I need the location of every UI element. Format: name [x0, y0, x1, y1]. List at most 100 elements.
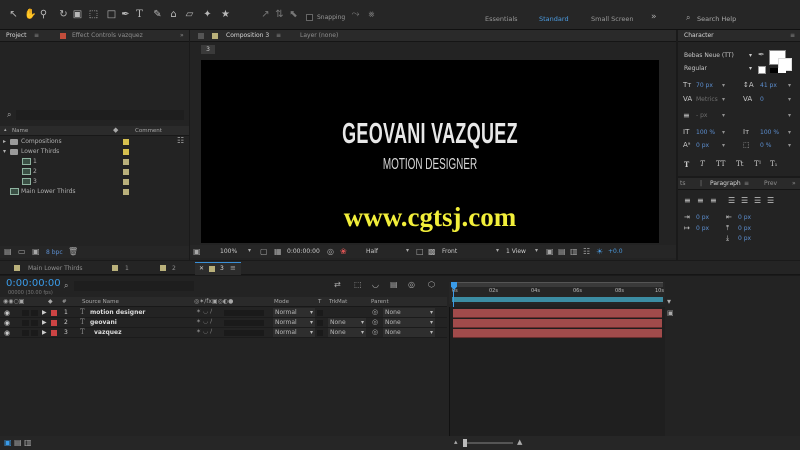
parent-dropdown[interactable]: None	[383, 308, 435, 317]
label-color-swatch[interactable]	[123, 139, 129, 145]
tsume-arrow-icon[interactable]: ▾	[788, 142, 791, 149]
leading-value[interactable]: 41 px	[760, 82, 777, 89]
label-col-icon[interactable]: ◆	[48, 298, 53, 305]
character-menu-icon[interactable]: ≡	[790, 32, 795, 39]
workspace-small-screen[interactable]: Small Screen	[591, 15, 633, 23]
font-size-arrow-icon[interactable]: ▾	[722, 82, 725, 89]
col-name[interactable]: Name	[12, 128, 28, 134]
pan-behind-tool-icon[interactable]: ⬚	[88, 9, 99, 20]
tab-effect-controls[interactable]: Effect Controls vazquez	[72, 32, 143, 39]
motion-blur-icon[interactable]: ◎	[408, 280, 415, 289]
tracking-value[interactable]: 0	[760, 96, 764, 103]
time-ruler[interactable]: 0s 02s 04s 06s 08s 10s	[449, 282, 665, 304]
col-t[interactable]: T	[318, 299, 321, 305]
stroke-width-arrow-icon[interactable]: ▾	[722, 112, 725, 119]
layer-duration-bar[interactable]	[453, 309, 662, 318]
tab-prev-panel[interactable]: ts	[680, 180, 685, 187]
horizontal-scale-value[interactable]: 100 %	[760, 129, 779, 136]
lock-icon[interactable]	[198, 33, 204, 39]
all-caps-button[interactable]: TT	[716, 160, 725, 168]
label-color-swatch[interactable]	[123, 169, 129, 175]
av-features-icon[interactable]: ◉◉○▣	[3, 298, 24, 305]
table-row[interactable]: ◉ ▶ 2 T geovani ✶ ◡ ∕ Normal None ◎ None	[0, 318, 447, 328]
switches-icons[interactable]: ◎✶∕fx▣◎◐●	[194, 298, 233, 305]
region-icon[interactable]: □	[416, 247, 424, 256]
views-dropdown[interactable]: 1 View	[506, 248, 526, 255]
black-swatch[interactable]	[770, 68, 778, 73]
tab-comp-1[interactable]: 1	[125, 265, 129, 272]
preserve-transparency-box[interactable]	[317, 320, 323, 326]
stroke-width-value[interactable]: - px	[696, 112, 707, 119]
axis-world-icon[interactable]: ⇅	[274, 9, 285, 20]
layer-name[interactable]: vazquez	[94, 329, 122, 336]
new-folder-icon[interactable]: ▭	[18, 247, 26, 256]
comp-viewer[interactable]: GEOVANI VAZQUEZ MOTION DESIGNER www.cgts…	[201, 60, 659, 243]
comp-duration-bar[interactable]	[452, 297, 663, 302]
transparency-grid-icon[interactable]: ▩	[428, 247, 436, 256]
justify-left-icon[interactable]: ☰	[728, 196, 735, 205]
lock-box[interactable]	[31, 310, 38, 316]
roto-brush-tool-icon[interactable]: ✦	[202, 9, 213, 20]
white-swatch[interactable]	[778, 68, 786, 73]
sort-arrow-icon[interactable]: ▴	[4, 127, 7, 133]
paragraph-overflow-icon[interactable]: »	[792, 180, 796, 187]
layer-duration-bar[interactable]	[453, 319, 662, 328]
solo-box[interactable]	[22, 330, 29, 336]
tab-next-panel[interactable]: Prev	[764, 180, 777, 187]
space-before-value[interactable]: 0 px	[738, 225, 751, 232]
view-arrow-icon[interactable]: ▾	[496, 247, 499, 254]
list-item[interactable]: 3	[0, 177, 175, 187]
tab-composition[interactable]: Composition 3	[226, 32, 269, 39]
tab-comp-2[interactable]: 2	[172, 265, 176, 272]
zoom-slider[interactable]	[463, 439, 513, 447]
faux-bold-button[interactable]: T	[684, 160, 689, 169]
views-arrow-icon[interactable]: ▾	[535, 247, 538, 254]
table-row[interactable]: ◉ ▶ 3 T vazquez ✶ ◡ ∕ Normal None ◎ None	[0, 328, 447, 338]
tab-menu-icon[interactable]: ≡	[230, 264, 236, 272]
mode-dropdown[interactable]: Normal	[273, 308, 315, 317]
horizontal-scale-arrow-icon[interactable]: ▾	[788, 129, 791, 136]
eraser-tool-icon[interactable]: ▱	[184, 9, 195, 20]
font-style-dropdown[interactable]: Regular	[682, 64, 754, 73]
col-mode[interactable]: Mode	[274, 299, 289, 305]
small-caps-button[interactable]: Tt	[736, 160, 743, 168]
delete-icon[interactable]: 🗑	[68, 247, 78, 256]
grid-icon[interactable]: ▦	[274, 247, 282, 256]
comp-breadcrumb[interactable]: 3	[201, 45, 215, 54]
layer-name[interactable]: motion designer	[90, 309, 145, 316]
zoom-dropdown[interactable]: 100%	[220, 248, 237, 255]
parent-dropdown[interactable]: None	[383, 318, 435, 327]
transfer-controls-toggle-icon[interactable]: ▤	[14, 438, 22, 447]
exposure-icon[interactable]: ☀	[596, 247, 603, 256]
vertical-scale-value[interactable]: 100 %	[696, 129, 715, 136]
axis-local-icon[interactable]: ↗	[260, 9, 271, 20]
zoom-in-icon[interactable]: ▲	[517, 438, 522, 446]
solo-box[interactable]	[22, 310, 29, 316]
indent-left-value[interactable]: 0 px	[696, 214, 709, 221]
resolution-arrow-icon[interactable]: ▾	[406, 247, 409, 254]
always-preview-icon[interactable]: ▣	[193, 247, 201, 256]
expand-arrow-icon[interactable]: ▶	[42, 319, 47, 326]
list-item[interactable]: Main Lower Thirds	[0, 187, 175, 197]
draft-3d-icon[interactable]: ⬚	[354, 280, 362, 289]
solo-box[interactable]	[22, 320, 29, 326]
visibility-eye-icon[interactable]: ◉	[4, 329, 10, 337]
parent-dropdown[interactable]: None	[383, 328, 435, 337]
workspace-overflow-icon[interactable]: »	[651, 12, 657, 22]
snap-option-2-icon[interactable]: ⨳	[366, 9, 377, 20]
tab-close-icon[interactable]: ✕	[199, 265, 204, 272]
snapping-checkbox[interactable]	[306, 14, 313, 21]
snap-option-icon[interactable]: ⤳	[350, 9, 361, 20]
trkmat-dropdown[interactable]: None	[328, 328, 366, 337]
timeline-toggle-icon[interactable]: ▥	[570, 247, 578, 256]
brush-tool-icon[interactable]: ✎	[152, 9, 163, 20]
kerning-value[interactable]: Metrics	[696, 96, 718, 103]
flowchart-toggle-icon[interactable]: ☷	[583, 247, 590, 256]
layer-duration-bar[interactable]	[453, 329, 662, 338]
layer-switches[interactable]: ✶ ◡ ∕	[196, 328, 212, 335]
visibility-eye-icon[interactable]: ◉	[4, 309, 10, 317]
label-col-icon[interactable]: ◆	[113, 126, 118, 134]
eyedropper-icon[interactable]: ✒	[758, 50, 765, 59]
project-search-icon[interactable]: ⌕	[7, 110, 11, 120]
search-help-input[interactable]: Search Help	[697, 15, 736, 23]
